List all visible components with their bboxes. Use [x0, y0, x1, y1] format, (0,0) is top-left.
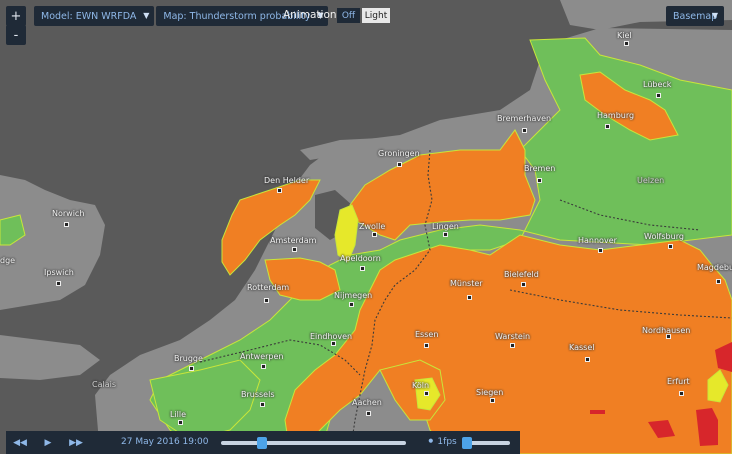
city-label: Norwich — [52, 209, 85, 218]
fast-forward-icon: ▶▶ — [69, 438, 83, 448]
city-dot — [277, 188, 282, 193]
city-dot — [260, 402, 265, 407]
zoom-out-button[interactable]: - — [6, 25, 26, 45]
city-dot — [624, 41, 629, 46]
city-dot — [521, 282, 526, 287]
city-label: Nordhausen — [642, 326, 691, 335]
city-dot — [467, 295, 472, 300]
city-label: Magdebu — [697, 263, 732, 272]
city-label: Bremerhaven — [497, 114, 552, 123]
city-dot — [64, 222, 69, 227]
play-icon: ▶ — [44, 438, 52, 448]
city-dot — [261, 364, 266, 369]
city-dot — [656, 93, 661, 98]
city-dot — [189, 366, 194, 371]
city-dot — [585, 357, 590, 362]
city-label: Erfurt — [667, 377, 690, 386]
city-dot — [397, 162, 402, 167]
city-dot — [522, 128, 527, 133]
city-label: Kassel — [569, 343, 595, 352]
city-label: Groningen — [378, 149, 420, 158]
city-label: Nijmegen — [334, 291, 373, 300]
city-dot — [537, 178, 542, 183]
animation-label: Animation: — [283, 9, 341, 21]
basemap-label: Basemap — [673, 10, 718, 22]
city-label: Brugge — [174, 354, 203, 363]
city-label: Den Helder — [264, 176, 310, 185]
city-label: Köln — [412, 381, 430, 390]
city-label: Hamburg — [597, 111, 635, 120]
timeline-date: 27 May 2016 19:00 — [121, 437, 209, 447]
city-dot — [366, 411, 371, 416]
model-select-label: Model: EWN WRFDA — [41, 10, 137, 22]
city-label: Essen — [415, 330, 439, 339]
city-label: Lille — [170, 410, 187, 419]
city-label: Siegen — [476, 388, 504, 397]
city-label: Bielefeld — [504, 270, 539, 279]
city-label: Kiel — [617, 31, 632, 40]
city-label: Warstein — [495, 332, 531, 341]
city-dot — [510, 343, 515, 348]
chevron-down-icon: ▼ — [143, 11, 150, 20]
step-forward-button[interactable]: ▶▶ — [68, 436, 84, 450]
city-label: Lingen — [432, 222, 459, 231]
city-dot — [292, 247, 297, 252]
city-dot — [178, 420, 183, 425]
city-label: Apeldoorn — [340, 254, 381, 263]
speed-handle[interactable] — [461, 437, 472, 449]
city-label: Zwolle — [359, 222, 386, 231]
rewind-icon: ◀◀ — [13, 438, 27, 448]
step-back-button[interactable]: ◀◀ — [12, 436, 28, 450]
city-label: Münster — [450, 279, 483, 288]
city-dot — [424, 343, 429, 348]
speed-icon: ⚫ — [427, 437, 435, 447]
city-label: Antwerpen — [240, 352, 284, 361]
city-dot — [372, 232, 377, 237]
timeline-handle[interactable] — [256, 437, 267, 449]
model-select[interactable]: Model: EWN WRFDA ▼ — [34, 6, 155, 26]
city-label: Calais — [92, 380, 117, 389]
fps-label: 1fps — [437, 437, 457, 447]
city-dot — [360, 266, 365, 271]
city-dot — [264, 298, 269, 303]
basemap-select[interactable]: Basemap ▼ — [666, 6, 724, 26]
city-dot — [716, 279, 721, 284]
city-dot — [349, 302, 354, 307]
city-dot — [443, 232, 448, 237]
city-dot — [598, 248, 603, 253]
city-label: dge — [0, 256, 16, 265]
city-dot — [56, 281, 61, 286]
zoom-in-button[interactable]: + — [6, 6, 26, 26]
city-label: Eindhoven — [310, 332, 353, 341]
city-label: Amsterdam — [270, 236, 317, 245]
city-dot — [331, 341, 336, 346]
chevron-down-icon: ▼ — [711, 11, 718, 20]
city-label: Uelzen — [637, 176, 665, 185]
city-label: Bremen — [524, 164, 556, 173]
city-label: Aachen — [352, 398, 382, 407]
city-label: Brussels — [241, 390, 275, 399]
city-label: Ipswich — [44, 268, 74, 277]
city-dot — [668, 244, 673, 249]
city-dot — [679, 391, 684, 396]
timeline-bar: ◀◀ ▶ ▶▶ 27 May 2016 19:00 ⚫ 1fps — [6, 431, 520, 454]
city-label: Rotterdam — [247, 283, 290, 292]
city-dot — [424, 391, 429, 396]
play-button[interactable]: ▶ — [40, 436, 56, 450]
city-label: Hannover — [578, 236, 617, 245]
fps-readout: ⚫ 1fps — [427, 437, 457, 447]
animation-light-button[interactable]: Light — [362, 8, 390, 23]
city-dot — [490, 398, 495, 403]
animation-off-button[interactable]: Off — [337, 8, 360, 23]
city-dot — [605, 124, 610, 129]
city-label: Wolfsburg — [644, 232, 684, 241]
city-label: Lübeck — [643, 80, 672, 89]
timeline-slider[interactable] — [221, 441, 406, 445]
